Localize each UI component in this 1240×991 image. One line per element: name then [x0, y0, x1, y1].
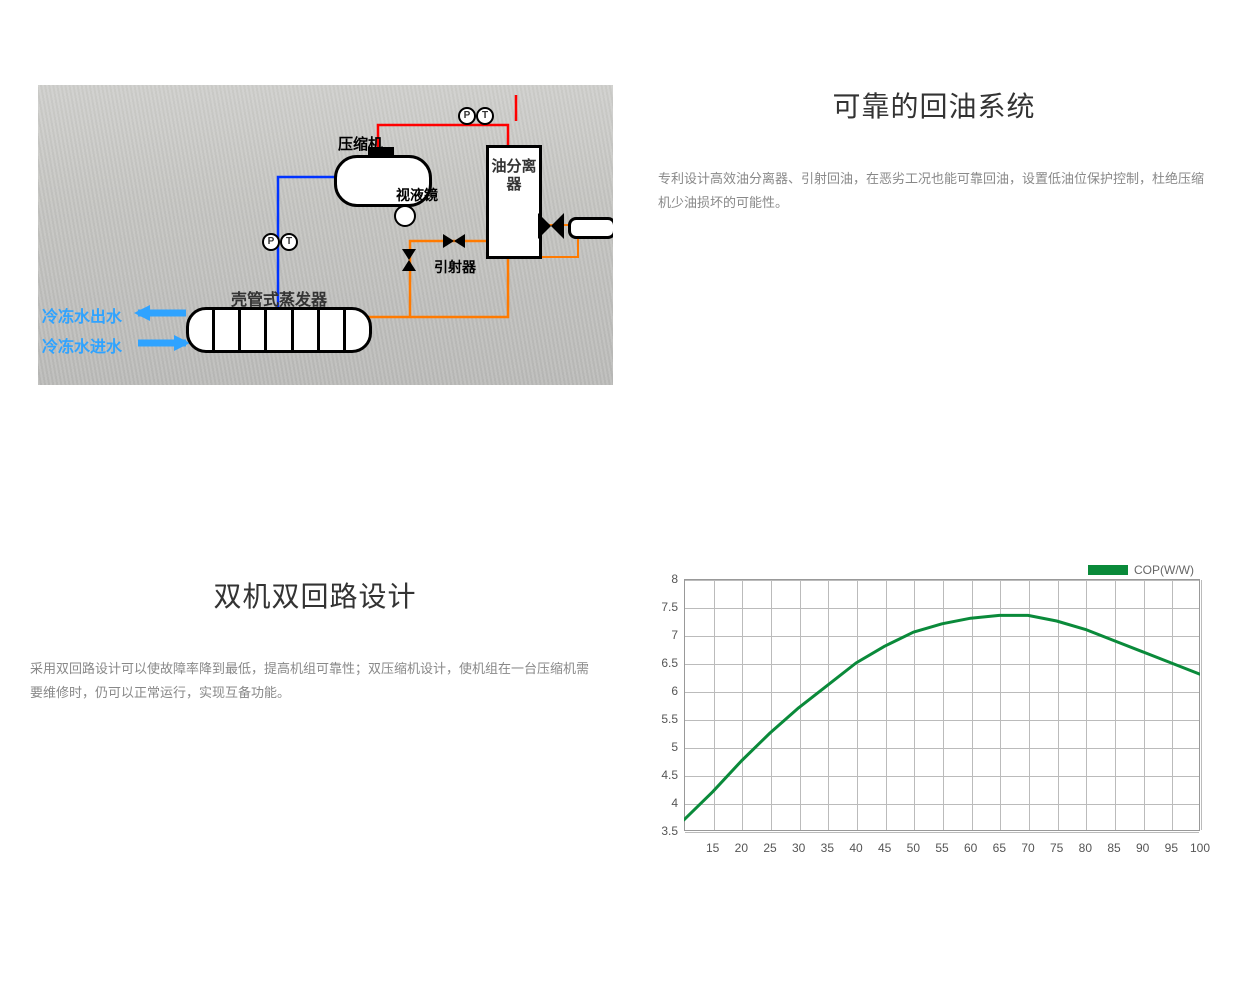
x-tick: 95 [1165, 841, 1178, 855]
y-tick: 4.5 [640, 768, 678, 782]
temperature-gauge-icon: T [476, 107, 494, 125]
y-tick: 7.5 [640, 600, 678, 614]
section2-desc: 采用双回路设计可以使故障率降到最低，提高机组可靠性；双压缩机设计，使机组在一台压… [30, 657, 600, 705]
x-tick: 30 [792, 841, 805, 855]
x-tick: 70 [1021, 841, 1034, 855]
x-tick: 60 [964, 841, 977, 855]
sight-glass-label: 视液镜 [396, 185, 438, 205]
x-tick: 20 [735, 841, 748, 855]
x-tick: 75 [1050, 841, 1063, 855]
legend-swatch [1088, 565, 1128, 575]
y-tick: 5.5 [640, 712, 678, 726]
legend-label: COP(W/W) [1134, 563, 1194, 577]
ejector-label: 引射器 [434, 257, 476, 277]
cop-chart: COP(W/W) 3.544.555.566.577.5815202530354… [640, 575, 1200, 855]
y-tick: 8 [640, 572, 678, 586]
x-tick: 35 [821, 841, 834, 855]
oil-return-diagram: 压缩机 P T 油分离器 视液镜 P T 引射器 [38, 85, 613, 385]
chart-legend: COP(W/W) [1088, 563, 1194, 577]
section1-desc: 专利设计高效油分离器、引射回油，在恶劣工况也能可靠回油，设置低油位保护控制，杜绝… [658, 167, 1210, 215]
x-tick: 15 [706, 841, 719, 855]
x-tick: 50 [907, 841, 920, 855]
pressure-gauge-icon: P [458, 107, 476, 125]
x-tick: 65 [993, 841, 1006, 855]
x-tick: 80 [1079, 841, 1092, 855]
x-tick: 85 [1107, 841, 1120, 855]
x-tick: 45 [878, 841, 891, 855]
x-tick: 40 [849, 841, 862, 855]
temperature-gauge-icon: T [280, 233, 298, 251]
x-tick: 55 [935, 841, 948, 855]
oil-separator-symbol: 油分离器 [486, 145, 542, 259]
oil-separator-label: 油分离器 [489, 148, 539, 194]
section2-title: 双机双回路设计 [30, 575, 600, 615]
y-tick: 5 [640, 740, 678, 754]
chilled-water-out-label: 冷冻水出水 [42, 303, 122, 327]
y-tick: 6.5 [640, 656, 678, 670]
expansion-valve-icon [538, 213, 564, 239]
evaporator-label: 壳管式蒸发器 [189, 286, 369, 310]
y-tick: 3.5 [640, 824, 678, 838]
evaporator-symbol: 壳管式蒸发器 [186, 307, 372, 353]
compressor-label: 压缩机 [338, 133, 383, 154]
y-tick: 6 [640, 684, 678, 698]
x-tick: 100 [1190, 841, 1210, 855]
valve-icon [402, 249, 416, 271]
y-tick: 4 [640, 796, 678, 810]
section1-title: 可靠的回油系统 [658, 85, 1210, 125]
valve-icon [443, 234, 465, 248]
x-tick: 90 [1136, 841, 1149, 855]
chilled-water-in-label: 冷冻水进水 [42, 333, 122, 357]
x-tick: 25 [763, 841, 776, 855]
filter-icon [568, 217, 613, 239]
pressure-gauge-icon: P [262, 233, 280, 251]
sight-glass-icon [394, 205, 416, 227]
y-tick: 7 [640, 628, 678, 642]
